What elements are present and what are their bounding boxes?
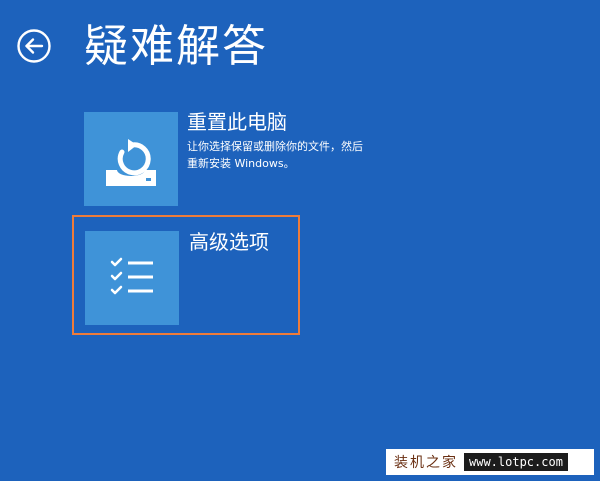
advanced-options-title: 高级选项 [189,230,269,254]
reset-pc-description-line2: 重新安装 Windows。 [187,157,295,170]
back-button[interactable] [16,28,52,64]
back-arrow-icon [17,29,51,63]
watermark-url: www.lotpc.com [464,453,568,471]
watermark-name: 装机之家 [394,455,458,471]
reset-pc-title: 重置此电脑 [187,110,287,134]
watermark: 装机之家 www.lotpc.com [386,449,594,475]
reset-pc-tile [84,112,178,206]
reset-pc-description: 让你选择保留或删除你的文件，然后 重新安装 Windows。 [187,138,407,172]
reset-pc-icon [106,139,156,186]
advanced-options-option[interactable]: 高级选项 [72,215,300,335]
page-title: 疑难解答 [84,21,268,72]
reset-pc-description-line1: 让你选择保留或删除你的文件，然后 [187,140,363,153]
reset-pc-option[interactable]: 重置此电脑 让你选择保留或删除你的文件，然后 重新安装 Windows。 [72,102,363,222]
checklist-icon [110,257,153,295]
advanced-options-tile [85,231,179,325]
